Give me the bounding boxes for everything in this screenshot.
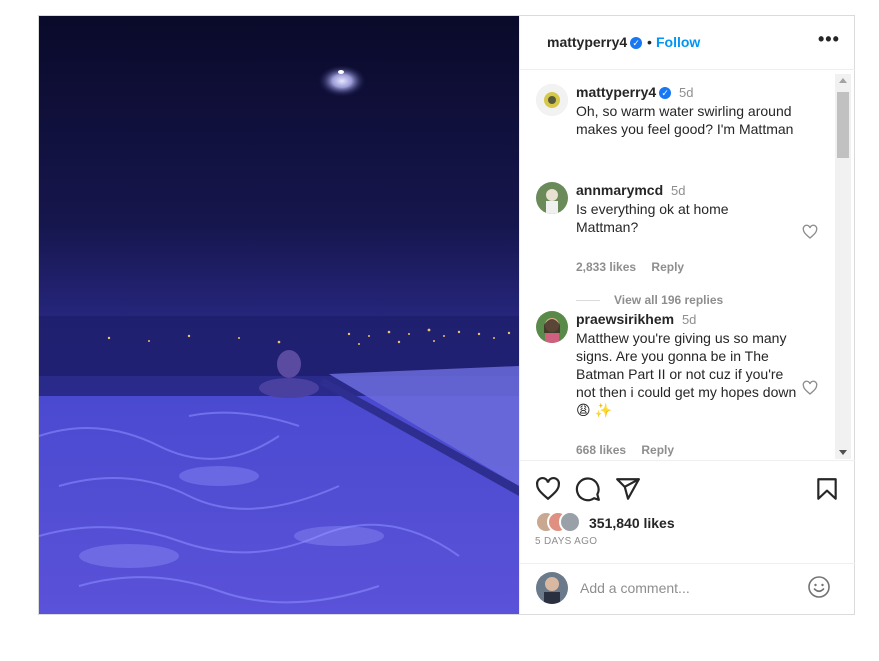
- follow-button[interactable]: Follow: [656, 34, 700, 50]
- post-video[interactable]: [39, 16, 519, 614]
- comment-text: Is everything ok at home Mattman?: [576, 201, 729, 235]
- comments-scrollbar[interactable]: [835, 74, 851, 459]
- liker-avatar: [559, 511, 581, 533]
- commenter-avatar[interactable]: [536, 182, 568, 214]
- caption-username[interactable]: mattyperry4: [576, 84, 656, 100]
- smiley-icon[interactable]: [807, 575, 831, 599]
- caption-text: Oh, so warm water swirling around makes …: [576, 103, 794, 137]
- scroll-down-icon[interactable]: [839, 450, 847, 455]
- comments-list[interactable]: mattyperry4 ✓ 5d Oh, so warm water swirli…: [520, 70, 855, 460]
- bookmark-icon[interactable]: [814, 476, 840, 502]
- comment-meta: 2,833 likes Reply: [576, 260, 696, 274]
- commenter-avatar-image: [536, 311, 568, 343]
- current-user-avatar: [536, 572, 568, 604]
- comment-username[interactable]: annmarymcd: [576, 182, 663, 198]
- author-avatar[interactable]: [536, 84, 568, 116]
- commenter-avatar[interactable]: [536, 311, 568, 343]
- heart-icon[interactable]: [535, 476, 561, 502]
- comment-like-heart-icon[interactable]: [802, 380, 818, 396]
- author-username[interactable]: mattyperry4 ✓: [547, 34, 643, 50]
- author-avatar-image: [536, 84, 568, 116]
- verified-badge-icon: ✓: [659, 87, 672, 100]
- comment-time: 5d: [671, 183, 686, 198]
- reply-button[interactable]: Reply: [641, 443, 674, 457]
- add-comment-bar: Add a comment...: [520, 563, 855, 615]
- caption: mattyperry4 ✓ 5d Oh, so warm water swirli…: [576, 83, 806, 138]
- comment-username[interactable]: praewsirikhem: [576, 311, 674, 327]
- likes-count[interactable]: 351,840 likes: [589, 515, 675, 531]
- caption-time: 5d: [679, 85, 694, 100]
- verified-badge-icon: ✓: [630, 37, 643, 50]
- scroll-up-icon[interactable]: [839, 78, 847, 83]
- post-card: mattyperry4 ✓ • Follow ••• mattyperry4 ✓ 5…: [38, 15, 855, 615]
- post-date[interactable]: 5 DAYS AGO: [535, 536, 597, 547]
- night-hot-tub-image: [39, 16, 519, 614]
- paper-plane-icon[interactable]: [615, 476, 641, 502]
- post-header: mattyperry4 ✓ • Follow •••: [520, 16, 855, 70]
- commenter-avatar-image: [536, 182, 568, 214]
- comment-likes[interactable]: 2,833 likes: [576, 260, 636, 274]
- scrollbar-thumb[interactable]: [837, 92, 849, 158]
- separator-dot: •: [647, 34, 652, 50]
- comment: praewsirikhem 5d Matthew you're giving u…: [576, 310, 798, 419]
- comment-input[interactable]: Add a comment...: [580, 580, 690, 596]
- current-user-avatar-image: [536, 572, 568, 604]
- comment-text: Matthew you're giving us so many signs. …: [576, 330, 797, 418]
- more-options-icon[interactable]: •••: [818, 29, 840, 50]
- comment: annmarymcd 5d Is everything ok at home M…: [576, 181, 776, 236]
- comment-likes[interactable]: 668 likes: [576, 443, 626, 457]
- view-replies-button[interactable]: View all 196 replies: [576, 293, 723, 307]
- comment-icon[interactable]: [575, 476, 601, 502]
- post-actions: 351,840 likes 5 DAYS AGO: [520, 460, 855, 564]
- comment-time: 5d: [681, 312, 697, 327]
- comment-like-heart-icon[interactable]: [802, 224, 818, 240]
- post-side-panel: mattyperry4 ✓ • Follow ••• mattyperry4 ✓ 5…: [519, 16, 855, 614]
- comment-meta: 668 likes Reply: [576, 443, 686, 457]
- reply-button[interactable]: Reply: [651, 260, 684, 274]
- divider-line: [576, 300, 600, 302]
- liker-avatars[interactable]: [535, 511, 589, 533]
